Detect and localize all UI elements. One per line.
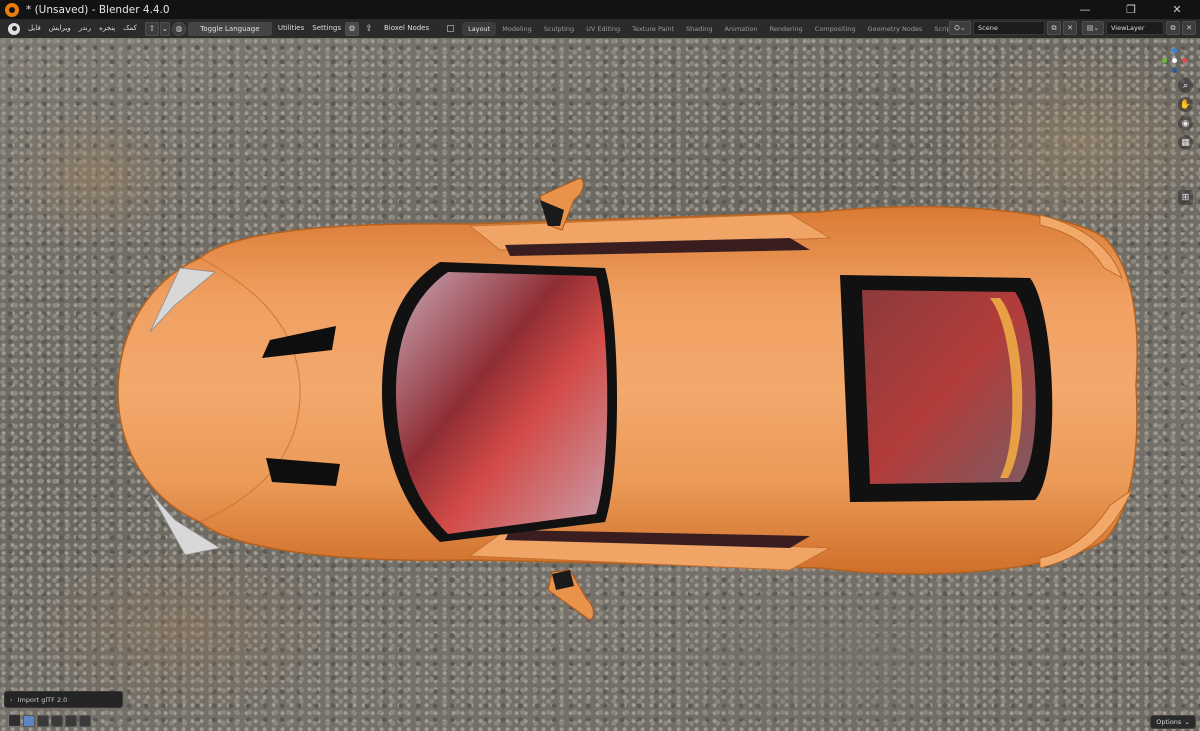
view-layer-icon[interactable]: ▤⌄ xyxy=(1082,21,1104,35)
toggle-language-button[interactable]: Toggle Language xyxy=(187,21,272,36)
options-label: Options xyxy=(1156,718,1182,726)
operator-panel[interactable]: › Import glTF 2.0 xyxy=(4,691,123,708)
menu-help[interactable]: کمک xyxy=(119,19,141,38)
menu-render[interactable]: رندر xyxy=(75,19,95,38)
workspace-tabs: Layout Modeling Sculpting UV Editing Tex… xyxy=(462,21,990,36)
chevron-down-icon[interactable]: ⌄ xyxy=(159,21,170,36)
operator-panel-label: Import glTF 2.0 xyxy=(17,695,68,704)
delete-view-layer-icon[interactable]: ✕ xyxy=(1182,21,1196,35)
select-mode-toolbar xyxy=(8,714,91,727)
options-dropdown[interactable]: Options ⌄ xyxy=(1150,715,1196,729)
tab-uv-editing[interactable]: UV Editing xyxy=(580,22,626,36)
3d-viewport[interactable]: ⌕ ✋ ◉ ▦ ⊞ › Import glTF 2.0 Options ⌄ xyxy=(0,38,1200,731)
select-invert-icon[interactable] xyxy=(65,714,77,727)
export-icon[interactable]: ⇪ xyxy=(362,22,376,36)
select-subtract-icon[interactable] xyxy=(51,714,63,727)
tab-texture-paint[interactable]: Texture Paint xyxy=(626,22,680,36)
gear-icon[interactable]: ⚙ xyxy=(344,21,359,36)
tab-animation[interactable]: Animation xyxy=(718,22,763,36)
tab-layout[interactable]: Layout xyxy=(462,21,497,36)
chevron-right-icon: › xyxy=(10,695,13,704)
camera-icon[interactable]: ◉ xyxy=(1178,116,1193,131)
grid-icon[interactable]: ▦ xyxy=(1178,135,1193,150)
tab-sculpting[interactable]: Sculpting xyxy=(538,22,580,36)
menu-edit[interactable]: ویرایش xyxy=(45,19,75,38)
window-title: * (Unsaved) - Blender 4.4.0 xyxy=(26,3,170,16)
checkbox-icon[interactable] xyxy=(447,25,455,32)
title-bar: * (Unsaved) - Blender 4.4.0 — ❐ ✕ xyxy=(0,0,1200,19)
tab-rendering[interactable]: Rendering xyxy=(764,22,809,36)
menu-settings[interactable]: Settings xyxy=(308,19,345,38)
menu-utilities[interactable]: Utilities xyxy=(274,19,308,38)
chevron-down-icon: ⌄ xyxy=(1184,718,1190,726)
view-layer-selector: ▤⌄ ViewLayer ⧉ ✕ xyxy=(1082,21,1196,35)
sidebar-toggle-icon[interactable]: ⊞ xyxy=(1178,190,1193,205)
delete-scene-icon[interactable]: ✕ xyxy=(1063,21,1077,35)
select-box-icon[interactable] xyxy=(23,714,35,727)
select-tool-icon[interactable] xyxy=(8,714,21,727)
menu-window[interactable]: پنجره xyxy=(95,19,119,38)
tab-compositing[interactable]: Compositing xyxy=(809,22,862,36)
blender-logo-icon xyxy=(5,2,19,17)
blender-menu-icon[interactable] xyxy=(8,22,20,35)
zoom-icon[interactable]: ⌕ xyxy=(1178,78,1193,93)
menu-bioxel-nodes[interactable]: Bioxel Nodes xyxy=(380,19,433,38)
select-extend-icon[interactable] xyxy=(37,714,49,727)
new-scene-icon[interactable]: ⧉ xyxy=(1047,21,1061,35)
scene-selector: ⛭⌄ Scene ⧉ ✕ xyxy=(949,21,1077,35)
globe-icon[interactable]: ◍ xyxy=(171,21,186,36)
navigation-gizmo-icon[interactable] xyxy=(1160,48,1188,76)
maximize-button[interactable]: ❐ xyxy=(1108,0,1154,19)
upload-icon[interactable]: ⇧ xyxy=(144,21,159,36)
tab-shading[interactable]: Shading xyxy=(680,22,718,36)
menu-file[interactable]: فایل xyxy=(24,19,45,38)
hand-icon[interactable]: ✋ xyxy=(1178,97,1193,112)
scene-field[interactable]: Scene xyxy=(973,21,1045,35)
view-layer-field[interactable]: ViewLayer xyxy=(1106,21,1164,35)
tab-geometry-nodes[interactable]: Geometry Nodes xyxy=(862,22,929,36)
minimize-button[interactable]: — xyxy=(1062,0,1108,19)
close-button[interactable]: ✕ xyxy=(1154,0,1200,19)
new-view-layer-icon[interactable]: ⧉ xyxy=(1166,21,1180,35)
scene-icon[interactable]: ⛭⌄ xyxy=(949,21,971,35)
car-model xyxy=(117,177,1138,621)
tab-modeling[interactable]: Modeling xyxy=(496,22,538,36)
select-intersect-icon[interactable] xyxy=(79,714,91,727)
